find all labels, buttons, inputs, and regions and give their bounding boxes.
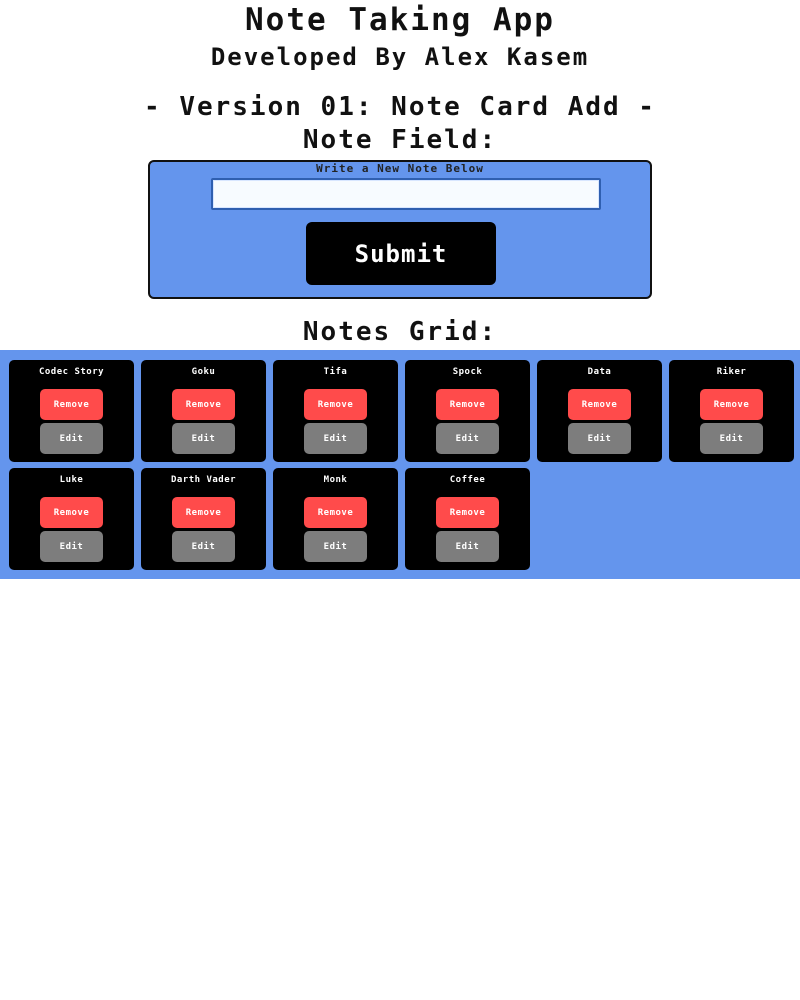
note-card: Spock Remove Edit — [405, 360, 530, 462]
notes-grid-area: Codec Story Remove Edit Goku Remove Edit Tifa R… — [0, 350, 800, 579]
remove-button[interactable]: Remove — [172, 389, 235, 420]
note-form-panel: Write a New Note Below Submit — [148, 160, 652, 299]
notes-grid-heading: Notes Grid: — [302, 317, 498, 347]
note-card: Codec Story Remove Edit — [9, 360, 134, 462]
note-card: Tifa Remove Edit — [273, 360, 398, 462]
version-heading: - Version 01: Note Card Add - — [144, 92, 656, 122]
note-card: Riker Remove Edit — [669, 360, 794, 462]
note-card-title: Darth Vader — [170, 475, 237, 485]
edit-button[interactable]: Edit — [436, 423, 499, 454]
app-subtitle: Developed By Alex Kasem — [210, 43, 590, 71]
note-card-title: Monk — [323, 475, 348, 485]
note-card-title: Luke — [59, 475, 84, 485]
note-field-heading: Note Field: — [302, 125, 498, 155]
remove-button[interactable]: Remove — [700, 389, 763, 420]
note-card: Goku Remove Edit — [141, 360, 266, 462]
note-card-title: Coffee — [449, 475, 486, 485]
remove-button[interactable]: Remove — [436, 497, 499, 528]
edit-button[interactable]: Edit — [172, 531, 235, 562]
note-card: Coffee Remove Edit — [405, 468, 530, 570]
note-card-title: Riker — [716, 367, 747, 377]
note-card-title: Codec Story — [38, 367, 105, 377]
app-title: Note Taking App — [245, 2, 555, 38]
edit-button[interactable]: Edit — [436, 531, 499, 562]
edit-button[interactable]: Edit — [568, 423, 631, 454]
edit-button[interactable]: Edit — [40, 531, 103, 562]
note-input-label: Write a New Note Below — [316, 162, 484, 175]
note-card-title: Data — [587, 367, 612, 377]
notes-grid: Codec Story Remove Edit Goku Remove Edit Tifa R… — [9, 360, 794, 570]
remove-button[interactable]: Remove — [304, 497, 367, 528]
note-card: Monk Remove Edit — [273, 468, 398, 570]
note-card-title: Tifa — [323, 367, 348, 377]
note-card: Darth Vader Remove Edit — [141, 468, 266, 570]
remove-button[interactable]: Remove — [172, 497, 235, 528]
note-card: Data Remove Edit — [537, 360, 662, 462]
edit-button[interactable]: Edit — [700, 423, 763, 454]
note-card: Luke Remove Edit — [9, 468, 134, 570]
remove-button[interactable]: Remove — [304, 389, 367, 420]
submit-button[interactable]: Submit — [306, 222, 496, 285]
remove-button[interactable]: Remove — [40, 497, 103, 528]
remove-button[interactable]: Remove — [568, 389, 631, 420]
edit-button[interactable]: Edit — [40, 423, 103, 454]
note-card-title: Goku — [191, 367, 216, 377]
remove-button[interactable]: Remove — [40, 389, 103, 420]
edit-button[interactable]: Edit — [304, 531, 367, 562]
note-input[interactable] — [211, 178, 601, 210]
edit-button[interactable]: Edit — [304, 423, 367, 454]
edit-button[interactable]: Edit — [172, 423, 235, 454]
remove-button[interactable]: Remove — [436, 389, 499, 420]
note-card-title: Spock — [452, 367, 483, 377]
